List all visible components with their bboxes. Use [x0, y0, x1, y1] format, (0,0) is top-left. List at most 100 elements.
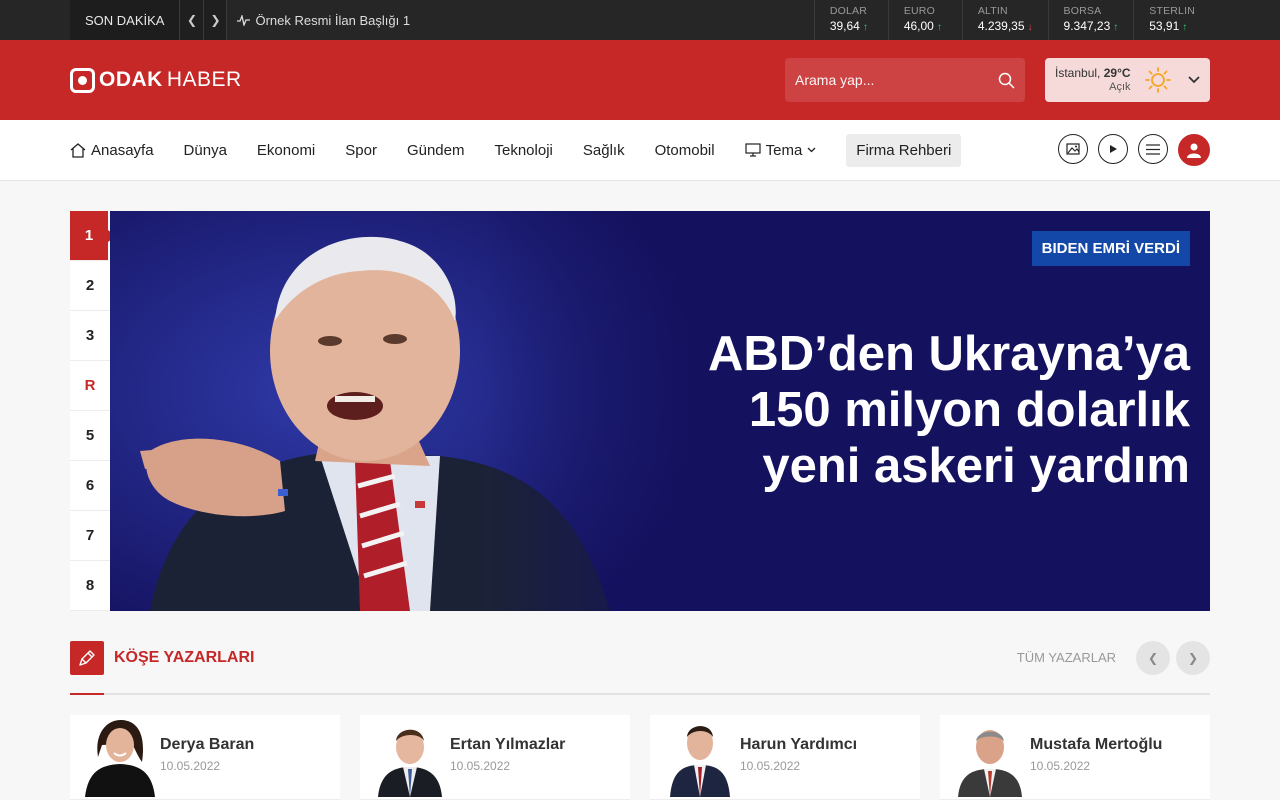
columnist-name: Ertan Yılmazlar: [450, 736, 566, 753]
breaking-news-label: SON DAKİKA: [70, 0, 180, 40]
columnists-header: KÖŞE YAZARLARI TÜM YAZARLAR ❮ ❯: [70, 641, 1210, 695]
columnists-prev-button[interactable]: ❮: [1136, 641, 1170, 675]
video-button[interactable]: [1098, 134, 1128, 164]
user-icon: [1187, 143, 1201, 158]
market-altin: ALTIN 4.239,35 ↓: [961, 0, 1048, 40]
pen-icon: [70, 641, 104, 675]
headline-slider: 1 2 3 R 5 6 7 8 BIDEN EMRİ VERDİ ABD’den…: [70, 211, 1210, 611]
chevron-right-icon: ❯: [210, 13, 221, 27]
gallery-button[interactable]: [1058, 134, 1088, 164]
market-name: ALTIN: [977, 5, 1008, 17]
market-name: BORSA: [1063, 5, 1102, 17]
columnist-date: 10.05.2022: [450, 759, 511, 773]
market-value: 39,64: [829, 19, 860, 33]
slider-pager: 1 2 3 R 5 6 7 8: [70, 211, 116, 611]
slider-page-7[interactable]: 7: [70, 511, 110, 561]
nav-label: Anasayfa: [91, 141, 154, 159]
nav-item-otomobil[interactable]: Otomobil: [655, 142, 715, 159]
columnist-photo: [85, 719, 155, 797]
columnist-name: Derya Baran: [160, 736, 255, 753]
columnist-card[interactable]: Ertan Yılmazlar 10.05.2022: [360, 715, 630, 800]
chevron-down-icon: [1188, 76, 1200, 84]
ticker-headline-link[interactable]: Örnek Resmi İlan Başlığı 1: [227, 0, 813, 40]
search-box: [785, 58, 1025, 102]
arrow-up-icon: ↑: [1182, 22, 1188, 33]
weather-condition: Açık: [1109, 81, 1131, 93]
columnist-photo: [378, 729, 442, 797]
columnist-card[interactable]: Harun Yardımcı 10.05.2022: [650, 715, 920, 800]
slider-page-6[interactable]: 6: [70, 461, 110, 511]
ticker-headline-text: Örnek Resmi İlan Başlığı 1: [255, 12, 411, 28]
arrow-down-icon: ↓: [1027, 22, 1033, 33]
columnist-name: Harun Yardımcı: [740, 736, 858, 753]
columnist-date: 10.05.2022: [160, 759, 221, 773]
slider-page-ad[interactable]: R: [70, 361, 110, 411]
search-input[interactable]: [795, 72, 998, 88]
columnist-date: 10.05.2022: [1030, 759, 1091, 773]
columnists-title: KÖŞE YAZARLARI: [114, 649, 255, 666]
market-dolar: DOLAR 39,64 ↑: [813, 0, 888, 40]
columnist-card[interactable]: Derya Baran 10.05.2022: [70, 715, 340, 800]
slider-page-2[interactable]: 2: [70, 261, 110, 311]
logo-text-thin: HABER: [166, 68, 242, 91]
hero-photo: [110, 211, 730, 611]
columnist-name: Mustafa Mertoğlu: [1030, 736, 1163, 753]
ticker-prev-button[interactable]: ❮: [179, 0, 204, 40]
logo-text-bold: ODAK: [99, 68, 163, 91]
nav-item-anasayfa[interactable]: Anasayfa: [70, 142, 154, 159]
user-account-button[interactable]: [1178, 134, 1210, 166]
chevron-left-icon: ❮: [1147, 651, 1159, 665]
chevron-down-icon: [807, 147, 816, 153]
nav-item-dunya[interactable]: Dünya: [184, 142, 227, 159]
slider-page-3[interactable]: 3: [70, 311, 110, 361]
slider-page-5[interactable]: 5: [70, 411, 110, 461]
market-euro: EURO 46,00 ↑: [887, 0, 962, 40]
hero-news-card[interactable]: BIDEN EMRİ VERDİ ABD’den Ukrayna’ya 150 …: [110, 211, 1210, 611]
nav-item-teknoloji[interactable]: Teknoloji: [495, 142, 553, 159]
image-icon: [1066, 143, 1080, 155]
site-header: ODAKHABER İstanbul, 29°C Açık: [0, 40, 1280, 120]
site-logo[interactable]: ODAK HABER: [70, 67, 242, 93]
arrow-up-icon: ↑: [862, 22, 868, 33]
hamburger-icon: [1146, 143, 1160, 155]
slider-page-1[interactable]: 1: [70, 211, 116, 261]
market-name: EURO: [903, 5, 935, 17]
ticker-next-button[interactable]: ❯: [203, 0, 228, 40]
market-value: 53,91: [1149, 19, 1180, 33]
nav-item-spor[interactable]: Spor: [345, 142, 377, 159]
weather-widget[interactable]: İstanbul, 29°C Açık: [1045, 58, 1210, 102]
columnists-next-button[interactable]: ❯: [1176, 641, 1210, 675]
nav-item-ekonomi[interactable]: Ekonomi: [257, 142, 315, 159]
main-navigation: Anasayfa Dünya Ekonomi Spor Gündem Tekno…: [0, 120, 1280, 181]
arrow-up-icon: ↑: [1113, 22, 1119, 33]
market-name: STERLIN: [1149, 5, 1195, 17]
sun-icon: [1144, 67, 1171, 93]
chevron-right-icon: ❯: [1187, 651, 1199, 665]
home-icon: [70, 142, 86, 158]
columnist-photo: [958, 730, 1022, 797]
columnist-photo: [670, 726, 730, 797]
market-name: DOLAR: [829, 5, 867, 17]
market-sterlin: STERLIN 53,91 ↑: [1133, 0, 1210, 40]
nav-item-gundem[interactable]: Gündem: [407, 142, 465, 159]
market-borsa: BORSA 9.347,23 ↑: [1047, 0, 1134, 40]
top-ticker-bar: SON DAKİKA ❮ ❯ Örnek Resmi İlan Başlığı …: [0, 0, 1280, 40]
arrow-up-icon: ↑: [936, 22, 942, 33]
columnist-date: 10.05.2022: [740, 759, 801, 773]
market-rates: DOLAR 39,64 ↑ EURO 46,00 ↑ ALTIN 4.239,35 ↓…: [813, 0, 1210, 40]
all-columnists-link[interactable]: TÜM YAZARLAR: [1017, 641, 1116, 675]
hero-tag-label: BIDEN EMRİ VERDİ: [1031, 231, 1190, 266]
slider-page-8[interactable]: 8: [70, 561, 110, 611]
nav-item-firma-rehberi[interactable]: Firma Rehberi: [846, 133, 962, 167]
market-value: 9.347,23: [1063, 19, 1111, 33]
search-icon[interactable]: [998, 72, 1015, 89]
pulse-icon: [237, 14, 251, 26]
columnist-card[interactable]: Mustafa Mertoğlu 10.05.2022: [940, 715, 1210, 800]
logo-mark-icon: [70, 67, 95, 93]
chevron-left-icon: ❮: [186, 13, 197, 27]
menu-button[interactable]: [1138, 134, 1168, 164]
hero-title: ABD’den Ukrayna’ya 150 milyon dolarlık y…: [707, 327, 1190, 493]
play-icon: [1110, 145, 1117, 153]
nav-item-tema[interactable]: Tema: [745, 142, 817, 159]
nav-item-saglik[interactable]: Sağlık: [583, 142, 625, 159]
